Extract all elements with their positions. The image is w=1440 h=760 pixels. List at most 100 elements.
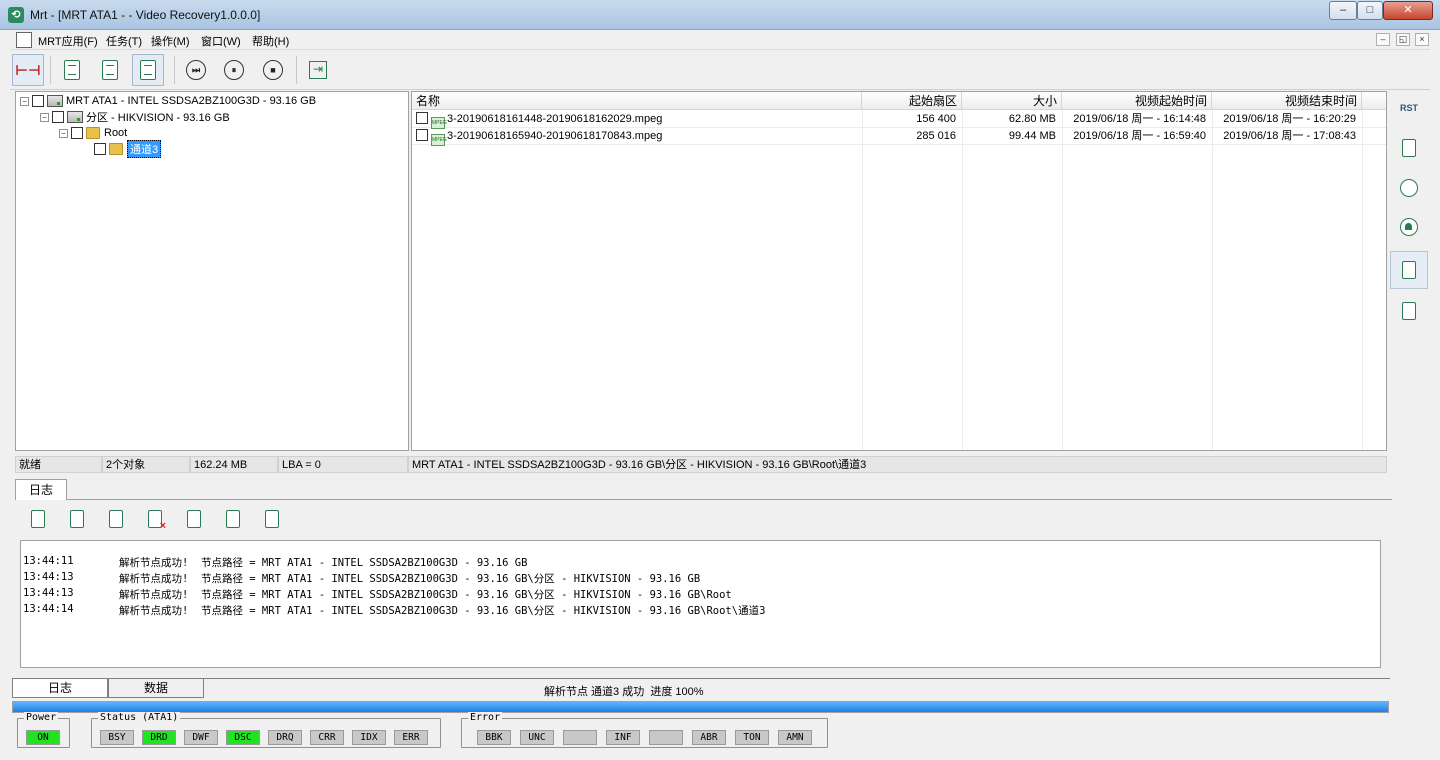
indicator-idx: IDX	[352, 730, 386, 745]
start-time-cell: 2019/06/18 周一 - 16:14:48	[1073, 113, 1206, 125]
column-header-sector[interactable]: 起始扇区	[862, 92, 962, 110]
pause-button[interactable]: ⏸	[218, 54, 250, 86]
collapse-icon[interactable]: −	[59, 128, 68, 138]
column-header-size[interactable]: 大小	[962, 92, 1062, 110]
menu-app[interactable]: MRT应用(F)	[38, 33, 98, 49]
minimize-button[interactable]: ‒	[1329, 1, 1357, 20]
menu-help[interactable]: 帮助(H)	[252, 33, 289, 49]
report-button[interactable]	[56, 54, 88, 86]
indicator-amn: AMN	[778, 730, 812, 745]
menu-operation[interactable]: 操作(M)	[151, 33, 190, 49]
size-cell: 62.80 MB	[1008, 113, 1056, 125]
log-message: 解析节点成功! 节点路径 = MRT ATA1 - INTEL SSDSA2BZ…	[119, 573, 701, 585]
menu-window[interactable]: 窗口(W)	[201, 33, 241, 49]
menu-task[interactable]: 任务(T)	[106, 33, 142, 49]
log-tab-bar: 日志	[15, 478, 1392, 500]
tab-log[interactable]: 日志	[15, 479, 67, 500]
log-message: 解析节点成功! 节点路径 = MRT ATA1 - INTEL SSDSA2BZ…	[119, 605, 766, 617]
status-lba: LBA = 0	[278, 456, 408, 473]
document-icon[interactable]	[16, 32, 32, 48]
menu-bar: MRT应用(F) 任务(T) 操作(M) 窗口(W) 帮助(H) – ◱ ×	[10, 30, 1430, 50]
indicator-blank	[649, 730, 683, 745]
log-line: 13:44:13 解析节点成功! 节点路径 = MRT ATA1 - INTEL …	[23, 559, 700, 585]
tree-checkbox[interactable]	[71, 127, 83, 139]
tree-checkbox[interactable]	[52, 111, 64, 123]
tool-button-2[interactable]	[1396, 175, 1422, 201]
indicator-drq: DRQ	[268, 730, 302, 745]
indicator-unc: UNC	[520, 730, 554, 745]
list-header: 名称 起始扇区 大小 视频起始时间 视频结束时间	[412, 92, 1386, 110]
log-info-button[interactable]	[183, 508, 205, 530]
group-title: Error	[468, 712, 503, 723]
app-icon: ⟲	[8, 7, 24, 23]
connect-button[interactable]: ⊢⊣	[12, 54, 44, 86]
tree-node-channel[interactable]: 通道3	[94, 140, 162, 158]
indicator-crr: CRR	[310, 730, 344, 745]
toolbar-separator	[50, 56, 51, 84]
tab-data[interactable]: 数据	[108, 679, 204, 698]
column-divider	[1212, 110, 1213, 450]
copy-icon	[109, 510, 123, 528]
skip-icon: ⏭	[186, 60, 206, 80]
exit-button[interactable]: ⇥	[302, 54, 334, 86]
indicator-drd: DRD	[142, 730, 176, 745]
sector-cell: 156 400	[916, 113, 956, 125]
close-button[interactable]: ✕	[1383, 1, 1433, 20]
column-header-name[interactable]: 名称	[412, 92, 862, 110]
tree-node-disk[interactable]: − MRT ATA1 - INTEL SSDSA2BZ100G3D - 93.1…	[20, 93, 316, 109]
tree-label: Root	[104, 127, 128, 139]
stop-button[interactable]: ■	[257, 54, 289, 86]
reset-button[interactable]: RST	[1396, 95, 1422, 121]
log-message: 解析节点成功! 节点路径 = MRT ATA1 - INTEL SSDSA2BZ…	[119, 557, 528, 569]
tool-button-1[interactable]	[1396, 135, 1422, 161]
collapse-icon[interactable]: −	[40, 112, 49, 122]
column-header-end-time[interactable]: 视频结束时间	[1212, 92, 1362, 110]
status-objects: 2个对象	[102, 456, 190, 473]
log-output[interactable]: 13:44:11 解析节点成功! 节点路径 = MRT ATA1 - INTEL …	[20, 540, 1381, 668]
column-divider	[1362, 110, 1363, 450]
row-checkbox[interactable]	[416, 129, 428, 141]
list-button[interactable]	[132, 54, 164, 86]
mdi-close-button[interactable]: ×	[1415, 33, 1429, 46]
indicator-abr: ABR	[692, 730, 726, 745]
video-file-icon: MPEG	[431, 134, 447, 146]
tool-button-3[interactable]	[1396, 214, 1422, 240]
tree-node-root[interactable]: − Root	[59, 125, 127, 141]
tree-checkbox[interactable]	[32, 95, 44, 107]
row-checkbox[interactable]	[416, 112, 428, 124]
skip-button[interactable]: ⏭	[180, 54, 212, 86]
save-icon	[31, 510, 45, 528]
report-icon	[64, 60, 80, 80]
save-log-button[interactable]	[27, 508, 49, 530]
tab-log-bottom[interactable]: 日志	[12, 679, 108, 698]
indicator-inf: INF	[606, 730, 640, 745]
indicator-on: ON	[26, 730, 60, 745]
toolbar: ⊢⊣ ⏭ ⏸ ■ ⇥	[10, 50, 1430, 90]
tree-node-partition[interactable]: − 分区 - HIKVISION - 93.16 GB	[40, 109, 230, 125]
table-row[interactable]: MPEG3-20190618165940-20190618170843.mpeg…	[412, 128, 1386, 146]
collapse-icon[interactable]: −	[20, 96, 29, 106]
copy-log-button[interactable]	[105, 508, 127, 530]
connect-icon: ⊢⊣	[15, 61, 41, 78]
indicator-ton: TON	[735, 730, 769, 745]
view-button[interactable]	[94, 54, 126, 86]
mdi-restore-button[interactable]: ◱	[1396, 33, 1410, 46]
refresh-log-button[interactable]	[66, 508, 88, 530]
title-bar: ⟲ Mrt - [MRT ATA1 - - Video Recovery1.0.…	[0, 0, 1440, 30]
column-header-start-time[interactable]: 视频起始时间	[1062, 92, 1212, 110]
maximize-button[interactable]: □	[1357, 1, 1383, 20]
table-row[interactable]: MPEG3-20190618161448-20190618162029.mpeg…	[412, 111, 1386, 129]
status-path: MRT ATA1 - INTEL SSDSA2BZ100G3D - 93.16 …	[408, 456, 1387, 473]
disk-icon	[47, 95, 63, 107]
search-log-button[interactable]	[222, 508, 244, 530]
tool-button-5[interactable]	[1396, 298, 1422, 324]
export-log-button[interactable]	[261, 508, 283, 530]
document-copy-icon	[1402, 302, 1416, 320]
refresh-icon	[70, 510, 84, 528]
tool-button-4[interactable]	[1390, 251, 1428, 289]
clear-log-button[interactable]	[144, 508, 166, 532]
end-time-cell: 2019/06/18 周一 - 16:20:29	[1223, 113, 1356, 125]
info-icon	[187, 510, 201, 528]
tree-checkbox[interactable]	[94, 143, 106, 155]
mdi-minimize-button[interactable]: –	[1376, 33, 1390, 46]
